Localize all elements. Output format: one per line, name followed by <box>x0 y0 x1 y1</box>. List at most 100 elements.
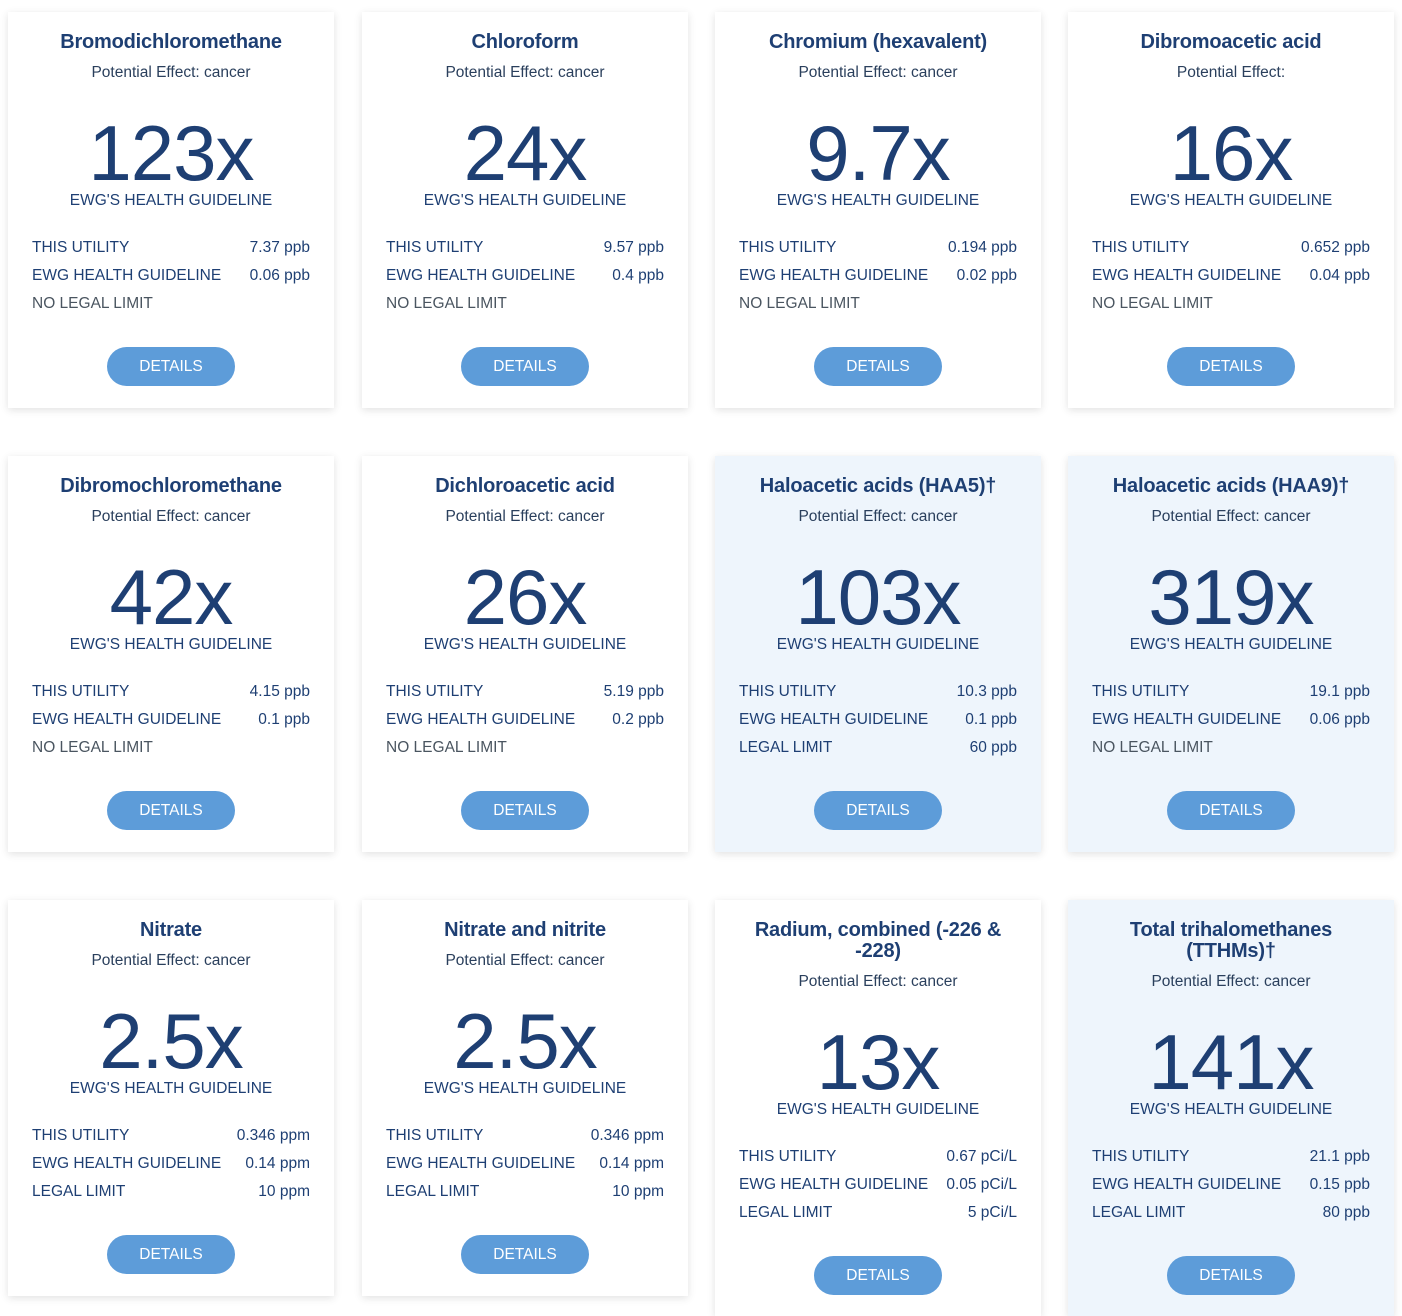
stat-value: 0.4 ppb <box>612 267 664 284</box>
stat-label: EWG HEALTH GUIDELINE <box>739 711 929 728</box>
guideline-multiple: 26x <box>463 553 588 641</box>
guideline-caption: EWG'S HEALTH GUIDELINE <box>776 192 980 209</box>
contaminant-name[interactable]: Nitrate <box>24 920 318 941</box>
stat-value: 0.02 ppb <box>956 267 1017 284</box>
this-utility-row: THIS UTILITY 0.67 pCi/L <box>739 1146 1017 1168</box>
details-button[interactable]: DETAILS <box>461 1235 589 1274</box>
stat-value: 4.15 ppb <box>249 683 310 700</box>
details-button[interactable]: DETAILS <box>1167 791 1295 830</box>
ewg-guideline-row: EWG HEALTH GUIDELINE 0.14 ppm <box>386 1153 664 1175</box>
details-button[interactable]: DETAILS <box>107 347 235 386</box>
contaminant-name[interactable]: Radium, combined (-226 & -228) <box>731 920 1025 962</box>
details-button[interactable]: DETAILS <box>107 791 235 830</box>
guideline-multiple: 123x <box>88 109 254 197</box>
details-button[interactable]: DETAILS <box>814 1256 942 1295</box>
stat-label: NO LEGAL LIMIT <box>1092 295 1213 312</box>
guideline-multiple: 2.5x <box>99 997 243 1085</box>
guideline-caption: EWG'S HEALTH GUIDELINE <box>1129 636 1333 653</box>
potential-effect: Potential Effect: cancer <box>445 508 605 525</box>
guideline-caption: EWG'S HEALTH GUIDELINE <box>423 192 627 209</box>
legal-limit-row: NO LEGAL LIMIT <box>386 737 664 759</box>
stat-label: LEGAL LIMIT <box>739 739 833 756</box>
contaminant-name[interactable]: Nitrate and nitrite <box>378 920 672 941</box>
legal-limit-row: LEGAL LIMIT 10 ppm <box>32 1181 310 1203</box>
stat-label: THIS UTILITY <box>32 239 130 256</box>
legal-limit-row: NO LEGAL LIMIT <box>32 737 310 759</box>
details-button[interactable]: DETAILS <box>814 347 942 386</box>
contaminant-card: Dichloroacetic acid Potential Effect: ca… <box>362 456 688 852</box>
stat-label: LEGAL LIMIT <box>386 1183 480 1200</box>
this-utility-row: THIS UTILITY 0.194 ppb <box>739 237 1017 259</box>
contaminant-name[interactable]: Haloacetic acids (HAA5)† <box>731 476 1025 497</box>
contaminant-card: Nitrate Potential Effect: cancer 2.5x EW… <box>8 900 334 1296</box>
stat-label: THIS UTILITY <box>739 239 837 256</box>
stat-label: EWG HEALTH GUIDELINE <box>386 1155 576 1172</box>
stat-value: 0.14 ppm <box>245 1155 310 1172</box>
contaminant-name[interactable]: Dibromoacetic acid <box>1084 32 1378 53</box>
stat-value: 0.67 pCi/L <box>946 1148 1017 1165</box>
stat-label: NO LEGAL LIMIT <box>32 295 153 312</box>
legal-limit-row: NO LEGAL LIMIT <box>739 293 1017 315</box>
potential-effect: Potential Effect: cancer <box>798 64 958 81</box>
contaminant-card: Chloroform Potential Effect: cancer 24x … <box>362 12 688 408</box>
stat-label: NO LEGAL LIMIT <box>1092 739 1213 756</box>
contaminant-card: Haloacetic acids (HAA9)† Potential Effec… <box>1068 456 1394 852</box>
contaminant-name[interactable]: Total trihalomethanes (TTHMs)† <box>1084 920 1378 962</box>
legal-limit-row: NO LEGAL LIMIT <box>386 293 664 315</box>
stat-label: LEGAL LIMIT <box>1092 1204 1186 1221</box>
stat-label: THIS UTILITY <box>739 1148 837 1165</box>
legal-limit-row: NO LEGAL LIMIT <box>1092 293 1370 315</box>
stat-label: THIS UTILITY <box>386 683 484 700</box>
stat-label: LEGAL LIMIT <box>32 1183 126 1200</box>
stat-label: EWG HEALTH GUIDELINE <box>32 711 222 728</box>
ewg-guideline-row: EWG HEALTH GUIDELINE 0.15 ppb <box>1092 1174 1370 1196</box>
this-utility-row: THIS UTILITY 0.346 ppm <box>32 1125 310 1147</box>
contaminant-name[interactable]: Dichloroacetic acid <box>378 476 672 497</box>
contaminant-name[interactable]: Dibromochloromethane <box>24 476 318 497</box>
contaminant-name[interactable]: Chromium (hexavalent) <box>731 32 1025 53</box>
contaminant-card: Dibromochloromethane Potential Effect: c… <box>8 456 334 852</box>
guideline-caption: EWG'S HEALTH GUIDELINE <box>776 636 980 653</box>
potential-effect: Potential Effect: cancer <box>798 508 958 525</box>
stat-label: THIS UTILITY <box>386 1127 484 1144</box>
stat-label: EWG HEALTH GUIDELINE <box>1092 1176 1282 1193</box>
stat-label: NO LEGAL LIMIT <box>386 739 507 756</box>
guideline-caption: EWG'S HEALTH GUIDELINE <box>69 636 273 653</box>
stat-value: 10 ppm <box>258 1183 310 1200</box>
guideline-caption: EWG'S HEALTH GUIDELINE <box>1129 1101 1333 1118</box>
potential-effect: Potential Effect: cancer <box>1151 973 1311 990</box>
legal-limit-row: LEGAL LIMIT 80 ppb <box>1092 1202 1370 1224</box>
stat-value: 7.37 ppb <box>249 239 310 256</box>
contaminant-name[interactable]: Bromodichloromethane <box>24 32 318 53</box>
this-utility-row: THIS UTILITY 10.3 ppb <box>739 681 1017 703</box>
stat-label: EWG HEALTH GUIDELINE <box>739 267 929 284</box>
this-utility-row: THIS UTILITY 19.1 ppb <box>1092 681 1370 703</box>
details-button[interactable]: DETAILS <box>107 1235 235 1274</box>
guideline-multiple: 103x <box>795 553 961 641</box>
stat-value: 0.14 ppm <box>599 1155 664 1172</box>
details-button[interactable]: DETAILS <box>461 791 589 830</box>
guideline-multiple: 42x <box>109 553 234 641</box>
this-utility-row: THIS UTILITY 7.37 ppb <box>32 237 310 259</box>
stat-value: 0.1 ppb <box>258 711 310 728</box>
stat-label: THIS UTILITY <box>1092 683 1190 700</box>
potential-effect: Potential Effect: cancer <box>91 64 251 81</box>
guideline-multiple: 13x <box>816 1018 941 1106</box>
contaminant-name[interactable]: Haloacetic acids (HAA9)† <box>1084 476 1378 497</box>
stat-label: EWG HEALTH GUIDELINE <box>386 267 576 284</box>
potential-effect: Potential Effect: cancer <box>1151 508 1311 525</box>
stat-value: 0.04 ppb <box>1309 267 1370 284</box>
guideline-multiple: 16x <box>1169 109 1294 197</box>
details-button[interactable]: DETAILS <box>1167 1256 1295 1295</box>
guideline-caption: EWG'S HEALTH GUIDELINE <box>776 1101 980 1118</box>
contaminant-card: Bromodichloromethane Potential Effect: c… <box>8 12 334 408</box>
details-button[interactable]: DETAILS <box>814 791 942 830</box>
stat-value: 10 ppm <box>612 1183 664 1200</box>
legal-limit-row: NO LEGAL LIMIT <box>1092 737 1370 759</box>
contaminant-card: Total trihalomethanes (TTHMs)† Potential… <box>1068 900 1394 1316</box>
details-button[interactable]: DETAILS <box>461 347 589 386</box>
stat-label: THIS UTILITY <box>386 239 484 256</box>
stat-value: 9.57 ppb <box>603 239 664 256</box>
contaminant-name[interactable]: Chloroform <box>378 32 672 53</box>
details-button[interactable]: DETAILS <box>1167 347 1295 386</box>
